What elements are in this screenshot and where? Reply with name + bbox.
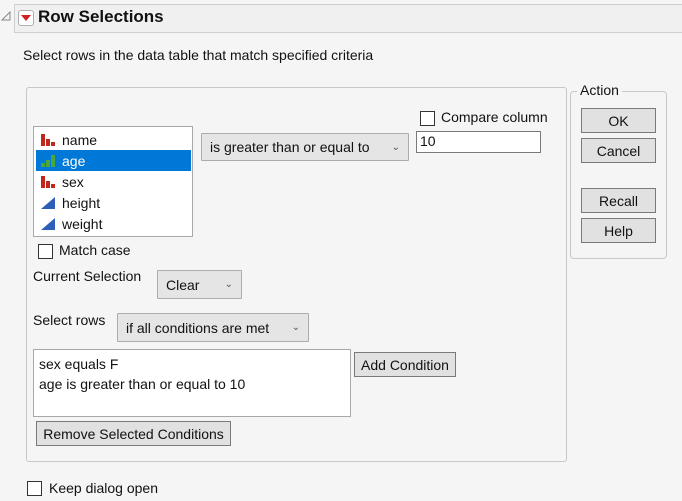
select-rows-label: Select rows [33, 312, 106, 328]
chevron-down-icon: ⌄ [291, 322, 300, 333]
select-rows-dropdown[interactable]: if all conditions are met ⌄ [117, 313, 309, 342]
description-text: Select rows in the data table that match… [23, 47, 374, 63]
disclosure-triangle-icon[interactable] [1, 11, 11, 21]
ordinal-icon [41, 154, 55, 167]
match-case-checkbox[interactable] [38, 244, 53, 259]
current-selection-dropdown[interactable]: Clear ⌄ [157, 270, 242, 299]
column-item-label: weight [62, 215, 103, 232]
column-item-name[interactable]: name [36, 129, 191, 150]
column-list[interactable]: name age sex height weight [33, 126, 193, 237]
compare-column-checkbox[interactable] [420, 111, 435, 126]
operator-dropdown[interactable]: is greater than or equal to ⌄ [201, 133, 409, 161]
nominal-icon [41, 133, 55, 146]
column-item-label: height [62, 194, 101, 211]
current-selection-value: Clear [166, 276, 200, 293]
operator-value: is greater than or equal to [210, 139, 370, 155]
compare-column-label: Compare column [441, 109, 548, 125]
column-item-age[interactable]: age [36, 150, 191, 171]
condition-item[interactable]: age is greater than or equal to 10 [39, 374, 345, 394]
match-case-label: Match case [59, 242, 131, 258]
red-triangle-menu-button[interactable] [18, 10, 34, 26]
action-group-legend: Action [577, 82, 622, 98]
page-title: Row Selections [38, 7, 164, 26]
condition-item[interactable]: sex equals F [39, 354, 345, 374]
ok-button[interactable]: OK [581, 108, 656, 133]
remove-selected-conditions-button[interactable]: Remove Selected Conditions [36, 421, 231, 446]
continuous-icon [41, 217, 55, 230]
column-item-height[interactable]: height [36, 192, 191, 213]
recall-button[interactable]: Recall [581, 188, 656, 213]
column-item-label: sex [62, 173, 84, 190]
help-button[interactable]: Help [581, 218, 656, 243]
chevron-down-icon: ⌄ [391, 141, 400, 153]
keep-dialog-open-checkbox[interactable] [27, 481, 42, 496]
nominal-icon [41, 175, 55, 188]
cancel-button[interactable]: Cancel [581, 138, 656, 163]
current-selection-label: Current Selection [33, 268, 142, 284]
column-item-sex[interactable]: sex [36, 171, 191, 192]
continuous-icon [41, 196, 55, 209]
select-rows-value: if all conditions are met [126, 319, 270, 336]
column-item-weight[interactable]: weight [36, 213, 191, 234]
keep-dialog-open-label: Keep dialog open [49, 480, 158, 496]
column-item-label: age [62, 152, 86, 169]
value-input[interactable]: 10 [416, 131, 541, 153]
column-item-label: name [62, 131, 98, 148]
red-triangle-icon [21, 15, 31, 21]
conditions-list[interactable]: sex equals F age is greater than or equa… [33, 349, 351, 417]
chevron-down-icon: ⌄ [224, 279, 233, 290]
add-condition-button[interactable]: Add Condition [354, 352, 456, 377]
